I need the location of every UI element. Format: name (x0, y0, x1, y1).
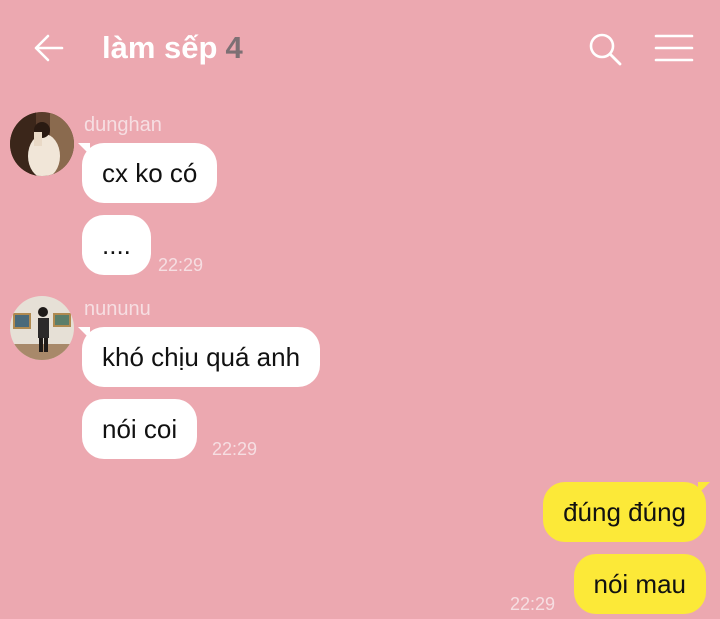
sender-name: nununu (84, 298, 151, 320)
message-bubble[interactable]: .... (82, 215, 151, 275)
avatar-dunghan[interactable] (10, 112, 74, 176)
chat-title: làm sếp 4 (102, 28, 243, 68)
search-icon[interactable] (584, 28, 626, 70)
arrow-left-icon[interactable] (28, 28, 68, 68)
avatar-nununu[interactable] (10, 296, 74, 360)
avatar-photo-icon (10, 296, 74, 360)
message-bubble[interactable]: nói coi (82, 399, 198, 459)
avatar-photo-icon (10, 112, 74, 176)
message-bubble[interactable]: nói mau (573, 554, 706, 614)
message-bubble[interactable]: đúng đúng (543, 482, 706, 542)
message-timestamp: 22:29 (212, 439, 258, 459)
message-bubble[interactable]: khó chịu quá anh (82, 327, 321, 387)
hamburger-menu-icon[interactable] (652, 28, 696, 68)
sender-name: dunghan (84, 114, 162, 136)
member-count: 4 (225, 30, 243, 65)
chat-title-text: làm sếp (102, 30, 218, 65)
message-bubble[interactable]: cx ko có (82, 143, 218, 203)
message-timestamp: 22:29 (158, 255, 204, 275)
message-timestamp: 22:29 (510, 594, 556, 614)
chat-header: làm sếp 4 (0, 0, 720, 96)
